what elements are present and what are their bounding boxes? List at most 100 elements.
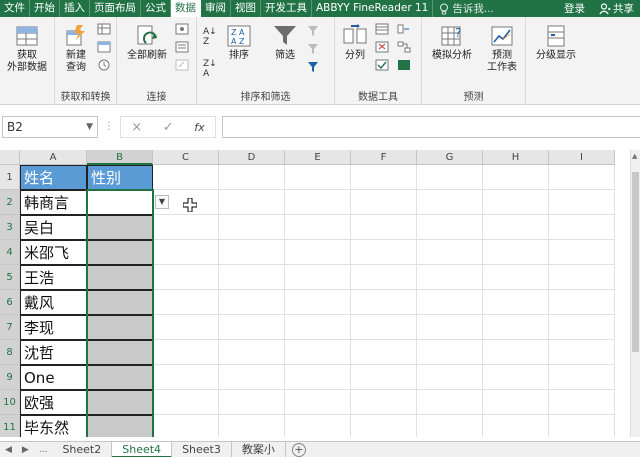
- cell-h8[interactable]: [483, 340, 549, 365]
- cell-f2[interactable]: [351, 190, 417, 215]
- advanced-filter-icon[interactable]: [307, 61, 321, 73]
- column-header-b[interactable]: B: [87, 150, 153, 165]
- column-header-i[interactable]: I: [549, 150, 615, 165]
- name-box[interactable]: B2 ▼: [2, 116, 98, 138]
- cancel-icon[interactable]: ×: [131, 120, 142, 135]
- cell-g4[interactable]: [417, 240, 483, 265]
- validation-dropdown-icon[interactable]: ▼: [155, 195, 169, 209]
- cell-i5[interactable]: [549, 265, 615, 290]
- cell-b5[interactable]: [87, 265, 153, 290]
- menu-tab-developer[interactable]: 开发工具: [261, 0, 312, 17]
- cell-h6[interactable]: [483, 290, 549, 315]
- column-header-f[interactable]: F: [351, 150, 417, 165]
- cell-a10[interactable]: 欧强: [20, 390, 87, 415]
- cell-a7[interactable]: 李现: [20, 315, 87, 340]
- recent-sources-icon[interactable]: [97, 59, 111, 71]
- menu-tab-abbyy[interactable]: ABBYY FineReader 11: [312, 0, 434, 17]
- sort-descending-icon[interactable]: Z↓ A: [203, 59, 217, 79]
- cell-c1[interactable]: [153, 165, 219, 190]
- cell-e5[interactable]: [285, 265, 351, 290]
- cell-c11[interactable]: [153, 415, 219, 437]
- cell-a5[interactable]: 王浩: [20, 265, 87, 290]
- column-header-e[interactable]: E: [285, 150, 351, 165]
- from-table-icon[interactable]: [97, 41, 111, 53]
- cell-b3[interactable]: [87, 215, 153, 240]
- column-header-a[interactable]: A: [20, 150, 87, 165]
- cell-i4[interactable]: [549, 240, 615, 265]
- column-header-d[interactable]: D: [219, 150, 285, 165]
- cell-g6[interactable]: [417, 290, 483, 315]
- cell-g7[interactable]: [417, 315, 483, 340]
- connections-icon[interactable]: [175, 23, 189, 35]
- column-header-c[interactable]: C: [153, 150, 219, 165]
- cell-c10[interactable]: [153, 390, 219, 415]
- menu-tab-review[interactable]: 审阅: [201, 0, 231, 17]
- row-header-7[interactable]: 7: [0, 315, 20, 340]
- cell-b8[interactable]: [87, 340, 153, 365]
- cell-d9[interactable]: [219, 365, 285, 390]
- cell-b11[interactable]: [87, 415, 153, 437]
- cell-i3[interactable]: [549, 215, 615, 240]
- formula-input[interactable]: [222, 116, 640, 138]
- cell-c7[interactable]: [153, 315, 219, 340]
- cell-e7[interactable]: [285, 315, 351, 340]
- cell-g8[interactable]: [417, 340, 483, 365]
- cell-i7[interactable]: [549, 315, 615, 340]
- cell-i11[interactable]: [549, 415, 615, 437]
- cell-d8[interactable]: [219, 340, 285, 365]
- cell-b2[interactable]: [87, 190, 153, 215]
- cell-b10[interactable]: [87, 390, 153, 415]
- cell-b9[interactable]: [87, 365, 153, 390]
- row-header-10[interactable]: 10: [0, 390, 20, 415]
- cell-a8[interactable]: 沈哲: [20, 340, 87, 365]
- cell-f5[interactable]: [351, 265, 417, 290]
- cell-f7[interactable]: [351, 315, 417, 340]
- cell-i6[interactable]: [549, 290, 615, 315]
- column-header-h[interactable]: H: [483, 150, 549, 165]
- cell-d2[interactable]: [219, 190, 285, 215]
- login-button[interactable]: 登录: [556, 1, 593, 16]
- row-header-1[interactable]: 1: [0, 165, 20, 190]
- cell-b7[interactable]: [87, 315, 153, 340]
- remove-duplicates-icon[interactable]: [375, 41, 389, 53]
- cell-i9[interactable]: [549, 365, 615, 390]
- select-all-corner[interactable]: [0, 150, 20, 165]
- cell-h3[interactable]: [483, 215, 549, 240]
- cell-h2[interactable]: [483, 190, 549, 215]
- reapply-filter-icon[interactable]: [307, 43, 321, 55]
- edit-links-icon[interactable]: [175, 59, 189, 71]
- cell-c6[interactable]: [153, 290, 219, 315]
- cell-h4[interactable]: [483, 240, 549, 265]
- cell-e1[interactable]: [285, 165, 351, 190]
- cell-a11[interactable]: 毕东然: [20, 415, 87, 437]
- insert-function-icon[interactable]: fx: [194, 121, 204, 134]
- scroll-up-icon[interactable]: ▲: [632, 152, 637, 160]
- data-validation-icon[interactable]: [375, 59, 389, 71]
- sort-ascending-icon[interactable]: A↓ Z: [203, 27, 217, 47]
- forecast-sheet-button[interactable]: 预测 工作表: [482, 23, 522, 74]
- cell-b6[interactable]: [87, 290, 153, 315]
- cell-h10[interactable]: [483, 390, 549, 415]
- menu-tab-view[interactable]: 视图: [231, 0, 261, 17]
- clear-filter-icon[interactable]: [307, 25, 321, 37]
- cell-i8[interactable]: [549, 340, 615, 365]
- cell-i2[interactable]: [549, 190, 615, 215]
- cell-d11[interactable]: [219, 415, 285, 437]
- cell-i10[interactable]: [549, 390, 615, 415]
- cell-c9[interactable]: [153, 365, 219, 390]
- prev-sheet-icon[interactable]: ◀: [0, 445, 17, 455]
- cell-i1[interactable]: [549, 165, 615, 190]
- filter-button[interactable]: 筛选: [269, 23, 301, 62]
- cell-e10[interactable]: [285, 390, 351, 415]
- cell-c3[interactable]: [153, 215, 219, 240]
- cell-g11[interactable]: [417, 415, 483, 437]
- sort-button[interactable]: Z AA Z 排序: [223, 23, 255, 62]
- cell-a4[interactable]: 米邵飞: [20, 240, 87, 265]
- cell-h7[interactable]: [483, 315, 549, 340]
- more-handle-icon[interactable]: ⋮: [104, 121, 114, 132]
- cell-h5[interactable]: [483, 265, 549, 290]
- cell-a9[interactable]: One: [20, 365, 87, 390]
- relationships-icon[interactable]: [397, 41, 411, 53]
- cell-d10[interactable]: [219, 390, 285, 415]
- cell-c4[interactable]: [153, 240, 219, 265]
